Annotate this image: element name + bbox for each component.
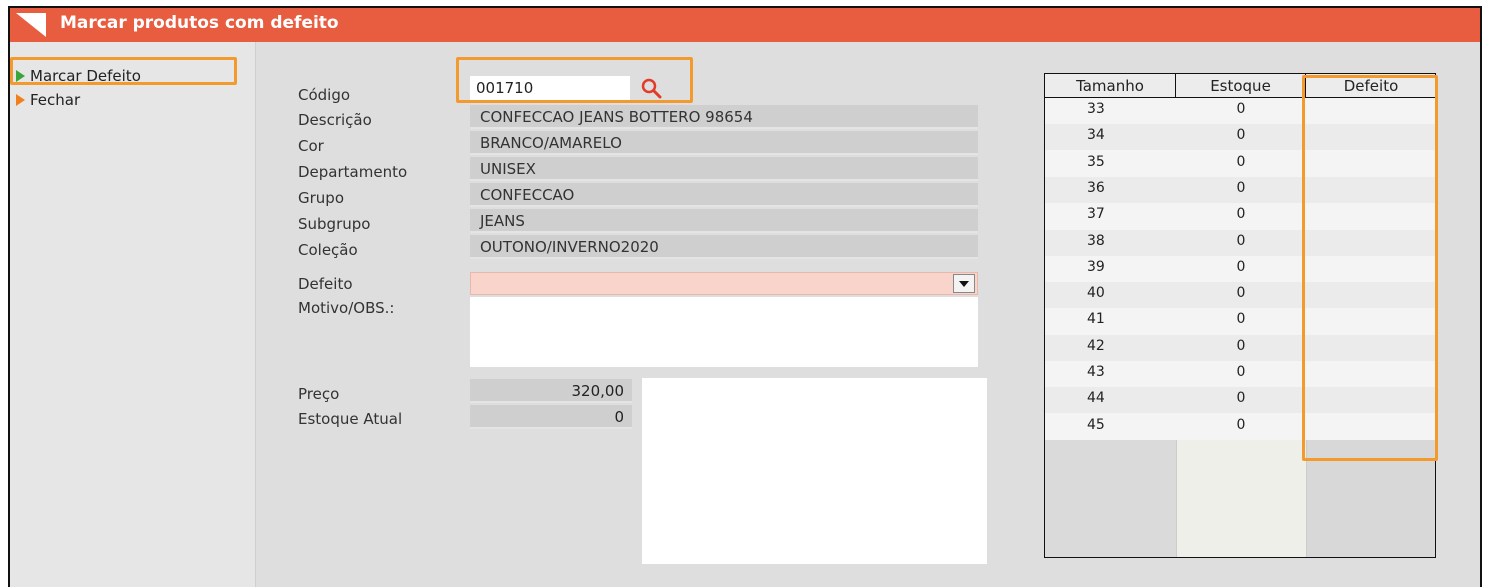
colecao-label: Coleção bbox=[298, 241, 358, 259]
action-sidebar: Marcar Defeito Fechar bbox=[10, 42, 256, 587]
highlight-codigo bbox=[456, 57, 693, 103]
defeito-dropdown-button[interactable] bbox=[953, 274, 975, 293]
cell-tamanho: 42 bbox=[1087, 337, 1105, 354]
subgrupo-label: Subgrupo bbox=[298, 215, 371, 233]
cell-estoque: 0 bbox=[1236, 285, 1246, 302]
departamento-label: Departamento bbox=[298, 163, 408, 181]
cell-tamanho: 34 bbox=[1087, 127, 1105, 144]
cell-tamanho: 41 bbox=[1087, 311, 1105, 328]
cell-estoque: 0 bbox=[1236, 206, 1246, 223]
cell-estoque: 0 bbox=[1236, 311, 1246, 328]
cell-estoque: 0 bbox=[1236, 127, 1246, 144]
cell-tamanho: 45 bbox=[1087, 416, 1105, 433]
cell-tamanho: 38 bbox=[1087, 232, 1105, 249]
cell-tamanho: 44 bbox=[1087, 390, 1105, 407]
play-orange-icon bbox=[16, 94, 25, 106]
subgrupo-field: JEANS bbox=[470, 209, 978, 233]
cell-estoque: 0 bbox=[1236, 364, 1246, 380]
preco-label: Preço bbox=[298, 385, 340, 403]
cell-estoque: 0 bbox=[1236, 232, 1246, 249]
title-bar: Marcar produtos com defeito bbox=[10, 8, 1480, 42]
motivo-label: Motivo/OBS.: bbox=[298, 299, 395, 317]
descricao-label: Descrição bbox=[298, 111, 372, 129]
cell-tamanho: 33 bbox=[1087, 101, 1105, 117]
defeito-label: Defeito bbox=[298, 275, 353, 293]
estoque-atual-field: 0 bbox=[470, 405, 632, 429]
cell-tamanho: 35 bbox=[1087, 153, 1105, 170]
cell-tamanho: 39 bbox=[1087, 258, 1105, 275]
estoque-atual-label: Estoque Atual bbox=[298, 410, 403, 428]
grid-header-tamanho[interactable]: Tamanho bbox=[1045, 74, 1176, 98]
cell-tamanho: 43 bbox=[1087, 364, 1105, 380]
cell-estoque: 0 bbox=[1236, 416, 1246, 433]
cell-estoque: 0 bbox=[1236, 390, 1246, 407]
cor-label: Cor bbox=[298, 137, 324, 155]
preco-field: 320,00 bbox=[470, 379, 632, 403]
chevron-down-icon bbox=[959, 281, 969, 287]
fechar-label: Fechar bbox=[30, 91, 81, 109]
defeito-select[interactable] bbox=[470, 272, 978, 295]
window-title: Marcar produtos com defeito bbox=[60, 13, 339, 33]
cell-tamanho: 40 bbox=[1087, 285, 1105, 302]
grupo-label: Grupo bbox=[298, 189, 344, 207]
departamento-field: UNISEX bbox=[470, 157, 978, 181]
cell-estoque: 0 bbox=[1236, 153, 1246, 170]
cell-tamanho: 36 bbox=[1087, 179, 1105, 196]
cell-tamanho: 37 bbox=[1087, 206, 1105, 223]
grid-header-estoque[interactable]: Estoque bbox=[1176, 74, 1306, 98]
grupo-field: CONFECCAO bbox=[470, 183, 978, 207]
cell-estoque: 0 bbox=[1236, 179, 1246, 196]
app-logo-icon bbox=[16, 13, 46, 37]
cor-field: BRANCO/AMARELO bbox=[470, 131, 978, 155]
codigo-label: Código bbox=[298, 86, 351, 104]
colecao-field: OUTONO/INVERNO2020 bbox=[470, 235, 978, 259]
cell-estoque: 0 bbox=[1236, 337, 1246, 354]
cell-estoque: 0 bbox=[1236, 101, 1246, 117]
highlight-marcar-defeito bbox=[10, 57, 237, 85]
motivo-textarea[interactable] bbox=[470, 297, 978, 367]
cell-estoque: 0 bbox=[1236, 258, 1246, 275]
descricao-field: CONFECCAO JEANS BOTTERO 98654 bbox=[470, 105, 978, 129]
highlight-defeito-column bbox=[1302, 75, 1438, 461]
fechar-button[interactable]: Fechar bbox=[16, 88, 80, 112]
product-image-area bbox=[642, 378, 987, 564]
